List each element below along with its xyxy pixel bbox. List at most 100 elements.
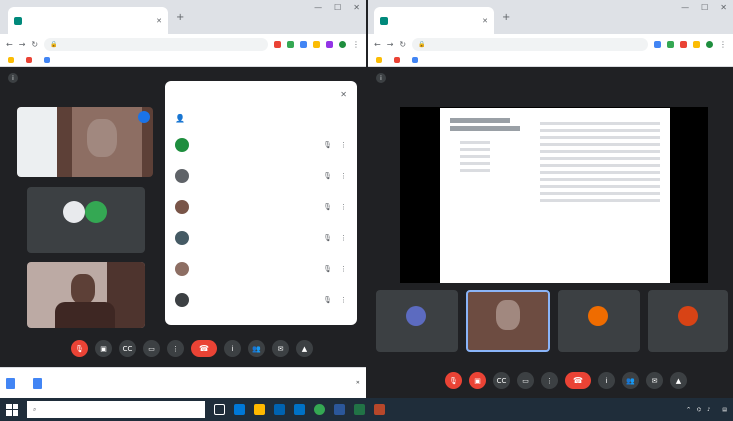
end-call-button[interactable]: ☎	[565, 372, 591, 389]
close-panel-icon[interactable]: ✕	[340, 90, 347, 99]
bookmark[interactable]	[8, 57, 14, 63]
more-options-icon[interactable]: ⋮	[340, 141, 347, 149]
tab-meet[interactable]: ✕	[374, 7, 494, 34]
profile-avatar[interactable]	[339, 40, 346, 48]
participant-row[interactable]: 🎙 ⋮	[165, 129, 357, 160]
store-icon[interactable]	[274, 404, 285, 415]
video-tile[interactable]	[558, 290, 640, 352]
reload-icon[interactable]: ↻	[399, 40, 406, 49]
mic-off-icon[interactable]: 🎙	[445, 372, 462, 389]
camera-off-icon[interactable]: ▣	[469, 372, 486, 389]
close-tab-icon[interactable]: ✕	[156, 17, 162, 25]
new-tab-icon[interactable]: +	[502, 12, 510, 23]
captions-icon[interactable]: CC	[493, 372, 510, 389]
video-tile[interactable]	[466, 290, 550, 352]
address-bar[interactable]: 🔒	[44, 37, 268, 51]
participant-row[interactable]: 🎙 ⋮	[165, 222, 357, 253]
participant-row[interactable]: 🎙 ⋮	[165, 160, 357, 191]
back-icon[interactable]: ←	[6, 40, 13, 49]
bookmark[interactable]	[394, 57, 400, 63]
mail-icon[interactable]	[294, 404, 305, 415]
video-tile[interactable]	[376, 290, 458, 352]
maximize-icon[interactable]: ☐	[701, 3, 708, 12]
minimize-icon[interactable]: —	[314, 3, 322, 12]
close-downloads-icon[interactable]: ✕	[356, 380, 360, 386]
participant-row[interactable]: 🎙 ⋮	[165, 284, 357, 315]
menu-icon[interactable]: ⋮	[352, 40, 360, 49]
captions-icon[interactable]: CC	[119, 340, 136, 357]
windows-start-icon[interactable]	[6, 403, 18, 416]
notifications-icon[interactable]: ▤	[722, 407, 727, 413]
extension-icon[interactable]	[274, 40, 281, 48]
participant-row[interactable]: 🎙 ⋮	[165, 191, 357, 222]
bookmark[interactable]	[412, 57, 418, 63]
extension-icon[interactable]	[300, 40, 307, 48]
file-explorer-icon[interactable]	[254, 404, 265, 415]
bookmark[interactable]	[376, 57, 382, 63]
more-options-icon[interactable]: ⋮	[340, 296, 347, 304]
reload-icon[interactable]: ↻	[31, 40, 38, 49]
extension-icon[interactable]	[313, 40, 320, 48]
extension-icon[interactable]	[287, 40, 294, 48]
present-icon[interactable]: ▭	[517, 372, 534, 389]
address-bar[interactable]: 🔒	[412, 37, 648, 51]
info-icon[interactable]: i	[8, 73, 18, 83]
more-options-icon[interactable]: ⋮	[340, 234, 347, 242]
camera-icon[interactable]: ▣	[95, 340, 112, 357]
add-people-row[interactable]: 👤	[165, 107, 357, 129]
extension-icon[interactable]	[326, 40, 333, 48]
mic-off-icon[interactable]: 🎙	[71, 340, 88, 357]
network-icon[interactable]: ⌬	[697, 407, 701, 413]
download-item[interactable]	[33, 377, 46, 389]
bookmark[interactable]	[44, 57, 50, 63]
people-icon[interactable]: 👥	[622, 372, 639, 389]
activities-icon[interactable]: ▲	[670, 372, 687, 389]
powerpoint-icon[interactable]	[374, 404, 385, 415]
bookmark[interactable]	[26, 57, 32, 63]
extension-icon[interactable]	[667, 40, 674, 48]
participant-row[interactable]: 🎙 ⋮	[165, 253, 357, 284]
info-icon[interactable]: i	[224, 340, 241, 357]
download-item[interactable]	[6, 377, 19, 389]
present-icon[interactable]: ▭	[143, 340, 160, 357]
video-tile[interactable]	[27, 187, 145, 253]
more-options-icon[interactable]: ⋮	[340, 265, 347, 273]
end-call-button[interactable]: ☎	[191, 340, 217, 357]
chrome-icon[interactable]	[314, 404, 325, 415]
activities-icon[interactable]: ▲	[296, 340, 313, 357]
tab-meet[interactable]: ✕	[8, 7, 168, 34]
new-tab-icon[interactable]: +	[176, 12, 184, 23]
extension-icon[interactable]	[680, 40, 687, 48]
people-icon[interactable]: 👥	[248, 340, 265, 357]
menu-icon[interactable]: ⋮	[719, 40, 727, 49]
extension-icon[interactable]	[693, 40, 700, 48]
close-window-icon[interactable]: ✕	[353, 3, 360, 12]
more-options-icon[interactable]: ⋮	[167, 340, 184, 357]
forward-icon[interactable]: →	[19, 40, 26, 49]
more-options-icon[interactable]: ⋮	[340, 203, 347, 211]
excel-icon[interactable]	[354, 404, 365, 415]
maximize-icon[interactable]: ☐	[334, 3, 341, 12]
minimize-icon[interactable]: —	[681, 3, 689, 12]
back-icon[interactable]: ←	[374, 40, 381, 49]
chat-icon[interactable]: ✉	[272, 340, 289, 357]
profile-avatar[interactable]	[706, 40, 713, 48]
info-icon[interactable]: i	[598, 372, 615, 389]
extension-icon[interactable]	[654, 40, 661, 48]
chat-icon[interactable]: ✉	[646, 372, 663, 389]
chevron-up-icon[interactable]: ^	[686, 407, 690, 413]
volume-icon[interactable]: ♪	[707, 407, 710, 413]
edge-icon[interactable]	[234, 404, 245, 415]
task-view-icon[interactable]	[214, 404, 225, 415]
video-tile[interactable]	[648, 290, 728, 352]
close-tab-icon[interactable]: ✕	[482, 17, 488, 25]
more-options-icon[interactable]: ⋮	[340, 172, 347, 180]
video-tile[interactable]	[17, 107, 153, 177]
taskbar-search[interactable]: ⌕	[27, 401, 205, 418]
close-window-icon[interactable]: ✕	[720, 3, 727, 12]
word-icon[interactable]	[334, 404, 345, 415]
info-icon[interactable]: i	[376, 73, 386, 83]
video-tile[interactable]	[27, 262, 145, 328]
more-options-icon[interactable]: ⋮	[541, 372, 558, 389]
forward-icon[interactable]: →	[387, 40, 394, 49]
